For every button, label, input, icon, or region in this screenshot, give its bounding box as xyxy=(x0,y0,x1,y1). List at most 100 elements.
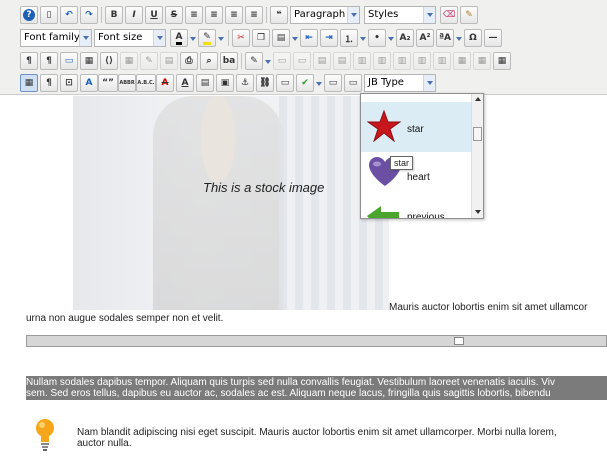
scroll-down-icon[interactable] xyxy=(475,210,481,214)
numbered-list-dropdown[interactable] xyxy=(359,29,367,47)
visual-blocks-button[interactable]: ▦ xyxy=(20,74,38,92)
numbered-list-button[interactable]: ⒈ xyxy=(340,29,358,47)
align-justify-button[interactable]: ≡ xyxy=(185,6,203,24)
font-family-select[interactable]: Font family xyxy=(20,29,92,47)
row-props-button[interactable]: ▭ xyxy=(273,52,291,70)
nonbreaking-button[interactable]: ⊡ xyxy=(60,74,78,92)
ltr-button[interactable]: ¶ xyxy=(20,52,38,70)
italic-button[interactable]: I xyxy=(125,6,143,24)
spellcheck-dropdown[interactable] xyxy=(315,74,323,92)
undo-button[interactable]: ↶ xyxy=(60,6,78,24)
spellcheck-button[interactable]: ✔ xyxy=(296,74,314,92)
source-code-button[interactable]: ⟨⟩ xyxy=(100,52,118,70)
search-button[interactable]: ⌕ xyxy=(200,52,218,70)
character-map-dropdown[interactable] xyxy=(455,29,463,47)
layer-icon: ▤ xyxy=(164,56,174,66)
split-cells-button[interactable]: ▥ xyxy=(373,52,391,70)
subscript-button[interactable]: A₂ xyxy=(396,29,414,47)
new-document-button[interactable]: ▯ xyxy=(40,6,58,24)
copy-button[interactable]: ❐ xyxy=(252,29,270,47)
edit-button[interactable]: ✎ xyxy=(140,52,158,70)
table-button[interactable]: ▦ xyxy=(120,52,138,70)
help-button[interactable]: ? xyxy=(20,6,38,24)
outdent-button[interactable]: ⇤ xyxy=(300,29,318,47)
highlight-color-button[interactable]: ✎ xyxy=(198,29,216,47)
editor-content[interactable]: This is a stock image Mauris auctor lobo… xyxy=(0,96,607,462)
special-character-button[interactable]: Ω xyxy=(464,29,482,47)
insert-row-button[interactable]: ▤ xyxy=(313,52,331,70)
quote-icon: ❝ xyxy=(276,10,282,20)
align-center-button[interactable]: ≡ xyxy=(205,6,223,24)
code-icon: ⟨⟩ xyxy=(104,56,114,66)
separator-block[interactable] xyxy=(26,335,607,347)
insert-button[interactable]: ✎ xyxy=(245,52,263,70)
superscript-button[interactable]: A² xyxy=(416,29,434,47)
text-color-dropdown[interactable] xyxy=(189,29,197,47)
horizontal-line-button[interactable]: ▭ xyxy=(324,74,342,92)
format-painter-button[interactable]: ✎ xyxy=(460,6,478,24)
list-item[interactable] xyxy=(361,94,471,102)
col-after-button[interactable]: ▥ xyxy=(413,52,431,70)
anchor-button[interactable]: ⚓ xyxy=(236,74,254,92)
dropdown-item-heart[interactable]: heart xyxy=(361,150,471,200)
bold-button[interactable]: B xyxy=(105,6,123,24)
cut-button[interactable]: ✂ xyxy=(232,29,250,47)
cell-props-button[interactable]: ▭ xyxy=(293,52,311,70)
dropdown-item-previous[interactable]: previous xyxy=(361,198,471,218)
attributes-button[interactable]: ▤ xyxy=(196,74,214,92)
indent-button[interactable]: ⇥ xyxy=(320,29,338,47)
paste-dropdown[interactable] xyxy=(291,29,299,47)
link-button[interactable]: ⛓ xyxy=(256,74,274,92)
col-delete-button[interactable]: ▥ xyxy=(433,52,451,70)
horizontal-rule-button[interactable]: — xyxy=(484,29,502,47)
template-button[interactable]: ▦ xyxy=(80,52,98,70)
font-size-select[interactable]: Font size xyxy=(94,29,166,47)
redo-button[interactable]: ↷ xyxy=(80,6,98,24)
deletion-button[interactable]: A xyxy=(156,74,174,92)
text-color-button[interactable]: A xyxy=(170,29,188,47)
highlight-color-dropdown[interactable] xyxy=(217,29,225,47)
fullscreen-button[interactable]: ▭ xyxy=(344,74,362,92)
cite-button[interactable]: A xyxy=(80,74,98,92)
replace-button[interactable]: ba xyxy=(220,52,238,70)
insert-dropdown[interactable] xyxy=(264,52,272,70)
visual-aid-button[interactable]: ▦ xyxy=(493,52,511,70)
clear-formatting-button[interactable]: ⌫ xyxy=(440,6,458,24)
styles-select[interactable]: Styles xyxy=(364,6,436,24)
col-before-button[interactable]: ▥ xyxy=(393,52,411,70)
acronym-button[interactable]: A.B.C. xyxy=(136,74,156,92)
underline-button[interactable]: U xyxy=(145,6,163,24)
blockquote-button[interactable]: ❝ xyxy=(270,6,288,24)
dropdown-scrollbar[interactable] xyxy=(471,94,483,218)
image-button[interactable]: ▣ xyxy=(216,74,234,92)
align-right-button[interactable]: ≡ xyxy=(245,6,263,24)
character-map-button[interactable]: ªA xyxy=(436,29,454,47)
table-props-button[interactable]: ▦ xyxy=(453,52,471,70)
left-arrow-icon xyxy=(367,206,399,218)
quote-button[interactable]: “” xyxy=(98,74,118,92)
scrollbar-thumb[interactable] xyxy=(473,127,482,141)
bullet-list-dropdown[interactable] xyxy=(387,29,395,47)
scroll-up-icon[interactable] xyxy=(475,97,481,101)
media-button[interactable]: ▭ xyxy=(60,52,78,70)
paste-button[interactable]: ▤ xyxy=(272,29,290,47)
table-delete-button[interactable]: ▦ xyxy=(473,52,491,70)
delete-row-button[interactable]: ▤ xyxy=(333,52,351,70)
insertion-button[interactable]: A xyxy=(176,74,194,92)
show-invisibles-button[interactable]: ¶ xyxy=(40,74,58,92)
format-select[interactable]: Paragraph xyxy=(290,6,360,24)
layer-button[interactable]: ▤ xyxy=(160,52,178,70)
jb-type-select[interactable]: JB Type xyxy=(364,74,436,92)
resize-handle-icon[interactable] xyxy=(454,337,464,345)
jb-type-dropdown-list[interactable]: star heart previous xyxy=(360,93,484,219)
paragraph-line: Mauris auctor lobortis enim sit amet ull… xyxy=(389,302,588,313)
strikethrough-button[interactable]: S xyxy=(165,6,183,24)
embed-button[interactable]: ▭ xyxy=(276,74,294,92)
bullet-list-button[interactable]: • xyxy=(368,29,386,47)
dropdown-item-star[interactable]: star xyxy=(361,102,471,152)
abbr-button[interactable]: ABBR xyxy=(118,74,136,92)
align-left-button[interactable]: ≡ xyxy=(225,6,243,24)
print-button[interactable]: ⎙ xyxy=(180,52,198,70)
rtl-button[interactable]: ¶ xyxy=(40,52,58,70)
merge-cells-button[interactable]: ▥ xyxy=(353,52,371,70)
